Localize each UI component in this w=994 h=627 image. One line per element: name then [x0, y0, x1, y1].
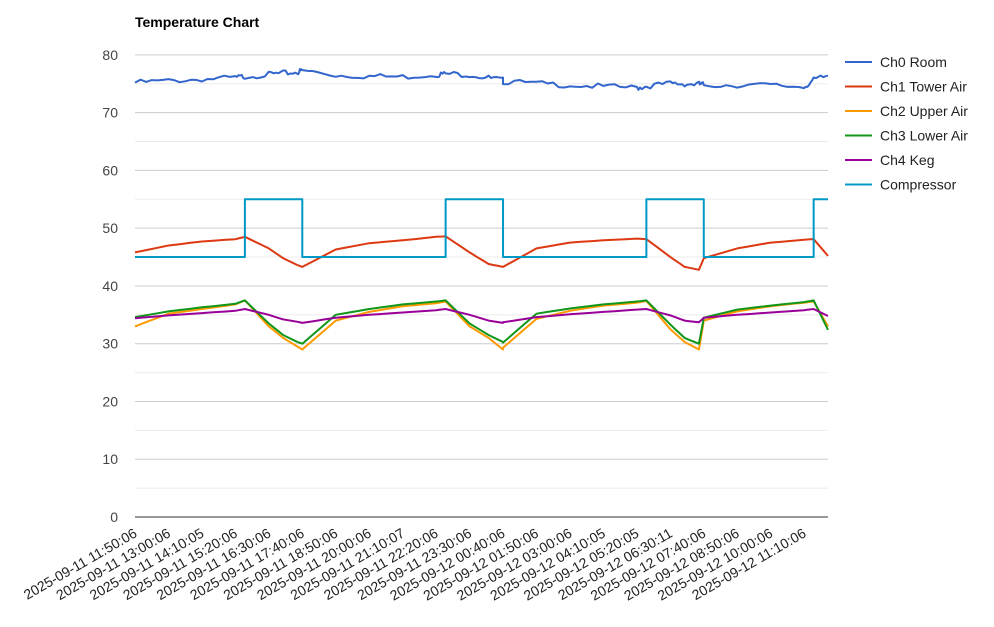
series-line-ch0-room: [134, 68, 829, 91]
series-line-ch1-tower-air: [134, 235, 829, 271]
y-tick-label: 20: [102, 393, 118, 409]
legend-item[interactable]: Ch0 Room: [845, 54, 947, 70]
legend-label: Ch4 Keg: [880, 152, 934, 168]
legend-item[interactable]: Ch1 Tower Air: [845, 79, 967, 95]
y-tick-label: 80: [102, 47, 118, 63]
series-line-ch3-lower-air: [134, 299, 829, 345]
y-tick-label: 30: [102, 336, 118, 352]
chart-title: Temperature Chart: [135, 14, 260, 30]
legend-label: Ch3 Lower Air: [880, 128, 968, 144]
series-line-ch2-upper-air: [134, 299, 829, 351]
y-tick-label: 40: [102, 278, 118, 294]
chart-container: Temperature Chart 0 10 20 30 40 50 60 70 80 2025…: [0, 0, 994, 622]
y-tick-label: 70: [102, 105, 118, 121]
legend-item[interactable]: Ch2 Upper Air: [845, 103, 968, 119]
y-tick-label: 50: [102, 220, 118, 236]
legend-item[interactable]: Compressor: [845, 177, 957, 193]
legend-label: Compressor: [880, 177, 957, 193]
legend-label: Ch0 Room: [880, 54, 947, 70]
legend-label: Ch2 Upper Air: [880, 103, 968, 119]
y-tick-label: 10: [102, 451, 118, 467]
series-lines: [134, 68, 829, 351]
y-tick-label: 0: [110, 509, 118, 525]
y-tick-label: 60: [102, 162, 118, 178]
temperature-chart: Temperature Chart 0 10 20 30 40 50 60 70 80 2025…: [21, 14, 969, 604]
series-line-ch4-keg: [134, 308, 829, 324]
legend: Ch0 Room Ch1 Tower Air Ch2 Upper Air Ch3 Lo…: [845, 54, 968, 193]
grid-lines: [135, 54, 828, 518]
legend-item[interactable]: Ch3 Lower Air: [845, 128, 968, 144]
legend-item[interactable]: Ch4 Keg: [845, 152, 934, 168]
x-axis: 2025-09-11 11:50:062025-09-11 13:00:0620…: [21, 525, 809, 604]
legend-label: Ch1 Tower Air: [880, 79, 967, 95]
y-axis: 0 10 20 30 40 50 60 70 80: [102, 47, 118, 525]
